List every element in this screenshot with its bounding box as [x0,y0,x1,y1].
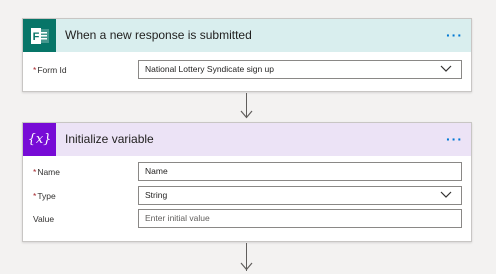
form-id-label: *Form Id [33,65,67,75]
form-id-value: National Lottery Syndicate sign up [145,64,274,74]
initialize-variable-card: {x} Initialize variable ··· *Name Name *… [22,122,472,242]
value-input[interactable]: Enter initial value [138,209,462,228]
type-value: String [145,190,168,200]
type-label: *Type [33,191,56,201]
form-id-dropdown[interactable]: National Lottery Syndicate sign up [138,60,462,79]
action-title: Initialize variable [65,132,154,146]
trigger-card-header[interactable]: F When a new response is submitted ··· [23,19,471,52]
svg-text:F: F [32,31,39,43]
action-more-options-button[interactable]: ··· [446,123,463,156]
arrow-down-icon [240,110,253,119]
name-input[interactable]: Name [138,162,462,181]
trigger-title: When a new response is submitted [65,28,252,42]
chevron-down-icon [440,191,452,198]
chevron-down-icon [440,65,452,72]
action-card-header[interactable]: {x} Initialize variable ··· [23,123,471,156]
trigger-more-options-button[interactable]: ··· [446,19,463,52]
trigger-card: F When a new response is submitted ··· *… [22,18,472,92]
name-value: Name [145,166,168,176]
name-label: *Name [33,167,60,177]
value-placeholder: Enter initial value [145,213,210,223]
value-label: Value [33,214,55,224]
variable-icon: {x} [23,123,56,156]
type-dropdown[interactable]: String [138,186,462,205]
microsoft-forms-icon: F [23,19,56,52]
arrow-down-icon [240,262,253,271]
